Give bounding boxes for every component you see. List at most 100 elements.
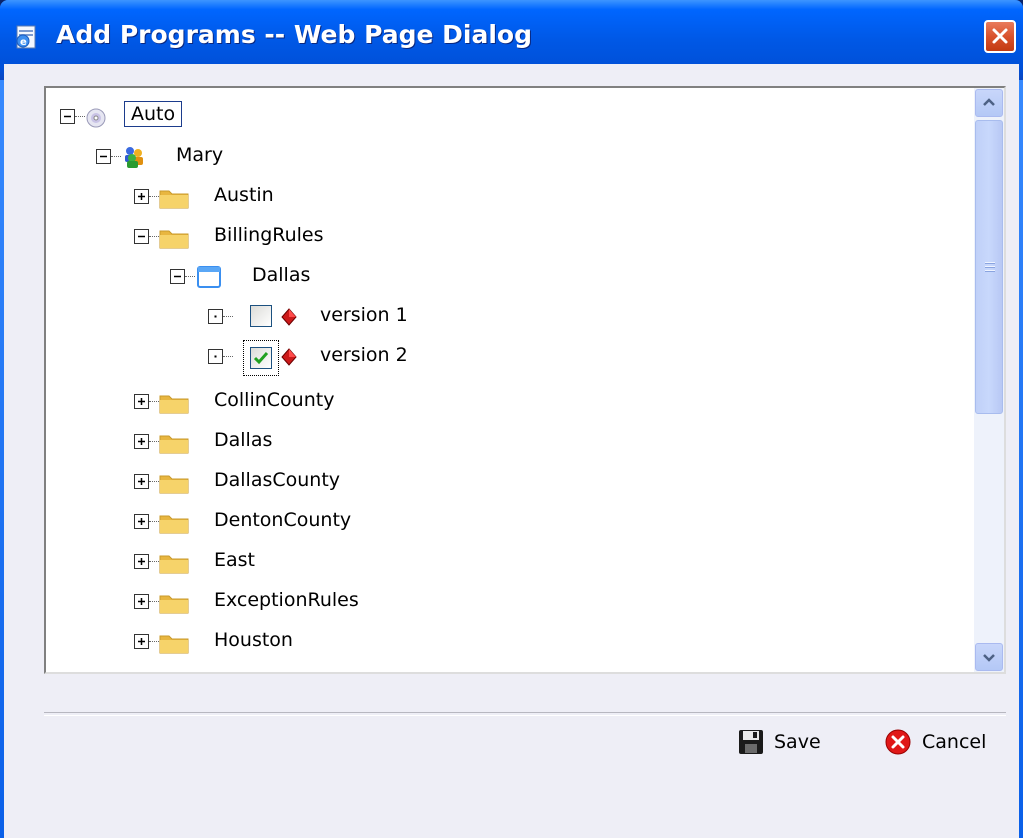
footer-divider — [44, 712, 1006, 716]
tree-node-east[interactable]: East — [134, 545, 434, 579]
minus-icon — [174, 275, 181, 278]
expand-toggle[interactable] — [134, 434, 149, 449]
cancel-button[interactable]: Cancel — [884, 727, 986, 757]
tree-node-billingrules[interactable]: BillingRules — [134, 220, 434, 254]
expand-toggle[interactable] — [134, 554, 149, 569]
minus-icon — [100, 155, 107, 158]
plus-icon — [138, 518, 145, 525]
program-tree[interactable]: Auto Mary Austin BillingRules Dallas ver… — [44, 86, 1006, 674]
tree-connector — [149, 401, 159, 402]
tree-node-label: CollinCounty — [214, 389, 335, 411]
plus-icon — [138, 478, 145, 485]
tree-node-mary[interactable]: Mary — [96, 140, 396, 174]
leaf-marker — [208, 309, 223, 324]
tree-node-dallas-program[interactable]: Dallas — [170, 260, 470, 294]
expand-toggle[interactable] — [134, 634, 149, 649]
svg-text:e: e — [20, 37, 27, 48]
collapse-toggle[interactable] — [134, 229, 149, 244]
expand-toggle[interactable] — [134, 394, 149, 409]
tree-node-label: DentonCounty — [214, 509, 352, 531]
tree-node-label: Austin — [214, 184, 274, 206]
expand-toggle[interactable] — [134, 514, 149, 529]
save-button[interactable]: Save — [738, 727, 821, 757]
tree-connector — [149, 236, 159, 237]
collapse-toggle[interactable] — [60, 109, 75, 124]
tree-connector — [149, 441, 159, 442]
tree-connector — [149, 641, 159, 642]
cancel-label: Cancel — [922, 731, 987, 753]
tree-node-label: Auto — [124, 101, 183, 127]
plus-icon — [138, 558, 145, 565]
tree-node-collincounty[interactable]: CollinCounty — [134, 385, 434, 419]
plus-icon — [138, 438, 145, 445]
red-diamond-icon — [281, 348, 297, 366]
tree-node-version-1[interactable]: version 1 — [208, 300, 508, 334]
ie-page-icon: e — [14, 24, 40, 50]
expand-toggle[interactable] — [134, 189, 149, 204]
tree-node-dallascounty[interactable]: DallasCounty — [134, 465, 434, 499]
tree-node-label: version 2 — [320, 344, 408, 366]
folder-icon — [159, 475, 189, 494]
tree-node-label: Dallas — [214, 429, 273, 451]
close-button[interactable] — [984, 20, 1016, 53]
tree-node-dallas-folder[interactable]: Dallas — [134, 425, 434, 459]
vertical-scrollbar[interactable] — [974, 88, 1004, 672]
folder-icon — [159, 595, 189, 614]
tree-node-label: ExceptionRules — [214, 589, 359, 611]
scroll-down-button[interactable] — [975, 643, 1003, 671]
tree-connector — [149, 561, 159, 562]
version-2-checkbox[interactable] — [250, 347, 272, 369]
folder-icon — [159, 435, 189, 454]
cancel-circle-icon — [885, 729, 911, 755]
scroll-up-button[interactable] — [975, 89, 1003, 117]
tree-node-version-2[interactable]: version 2 — [208, 340, 508, 380]
tree-connector — [149, 196, 159, 197]
plus-icon — [138, 193, 145, 200]
scroll-thumb[interactable] — [975, 120, 1003, 414]
chevron-up-icon — [983, 98, 995, 106]
tree-node-austin[interactable]: Austin — [134, 180, 434, 214]
tree-connector — [223, 356, 233, 357]
tree-node-exceptionrules[interactable]: ExceptionRules — [134, 585, 434, 619]
plus-icon — [138, 638, 145, 645]
save-label: Save — [774, 731, 821, 753]
leaf-marker — [208, 349, 223, 364]
collapse-toggle[interactable] — [170, 269, 185, 284]
people-group-icon — [125, 147, 143, 168]
tree-connector — [185, 276, 195, 277]
tree-connector — [149, 481, 159, 482]
dialog-window: e Add Programs -- Web Page Dialog Auto M… — [0, 0, 1023, 838]
folder-icon — [159, 230, 189, 249]
tree-node-houston[interactable]: Houston — [134, 625, 434, 659]
tree-node-label: Houston — [214, 629, 293, 651]
close-icon — [992, 28, 1008, 44]
tree-node-label: East — [214, 549, 255, 571]
dot-icon — [214, 315, 217, 318]
folder-icon — [159, 395, 189, 414]
red-diamond-icon — [281, 308, 297, 326]
grip-icon — [985, 262, 995, 272]
chevron-down-icon — [983, 654, 995, 662]
collapse-toggle[interactable] — [96, 149, 111, 164]
tree-connector — [111, 156, 121, 157]
tree-connector — [223, 316, 233, 317]
folder-icon — [159, 635, 189, 654]
version-1-checkbox[interactable] — [250, 305, 272, 327]
tree-node-label: DallasCounty — [214, 469, 341, 491]
tree-node-label: Dallas — [252, 264, 311, 286]
expand-toggle[interactable] — [134, 594, 149, 609]
tree-node-label: version 1 — [320, 304, 408, 326]
tree-node-label: BillingRules — [214, 224, 324, 246]
tree-node-auto[interactable]: Auto — [56, 100, 356, 134]
plus-icon — [138, 598, 145, 605]
dot-icon — [214, 355, 217, 358]
tree-node-dentoncounty[interactable]: DentonCounty — [134, 505, 434, 539]
tree-connector — [149, 601, 159, 602]
tree-connector — [149, 521, 159, 522]
disc-icon — [86, 108, 106, 128]
floppy-disk-icon — [739, 730, 763, 754]
checkmark-icon — [253, 352, 269, 365]
dialog-body: Auto Mary Austin BillingRules Dallas ver… — [4, 64, 1019, 838]
expand-toggle[interactable] — [134, 474, 149, 489]
folder-icon — [159, 190, 189, 209]
